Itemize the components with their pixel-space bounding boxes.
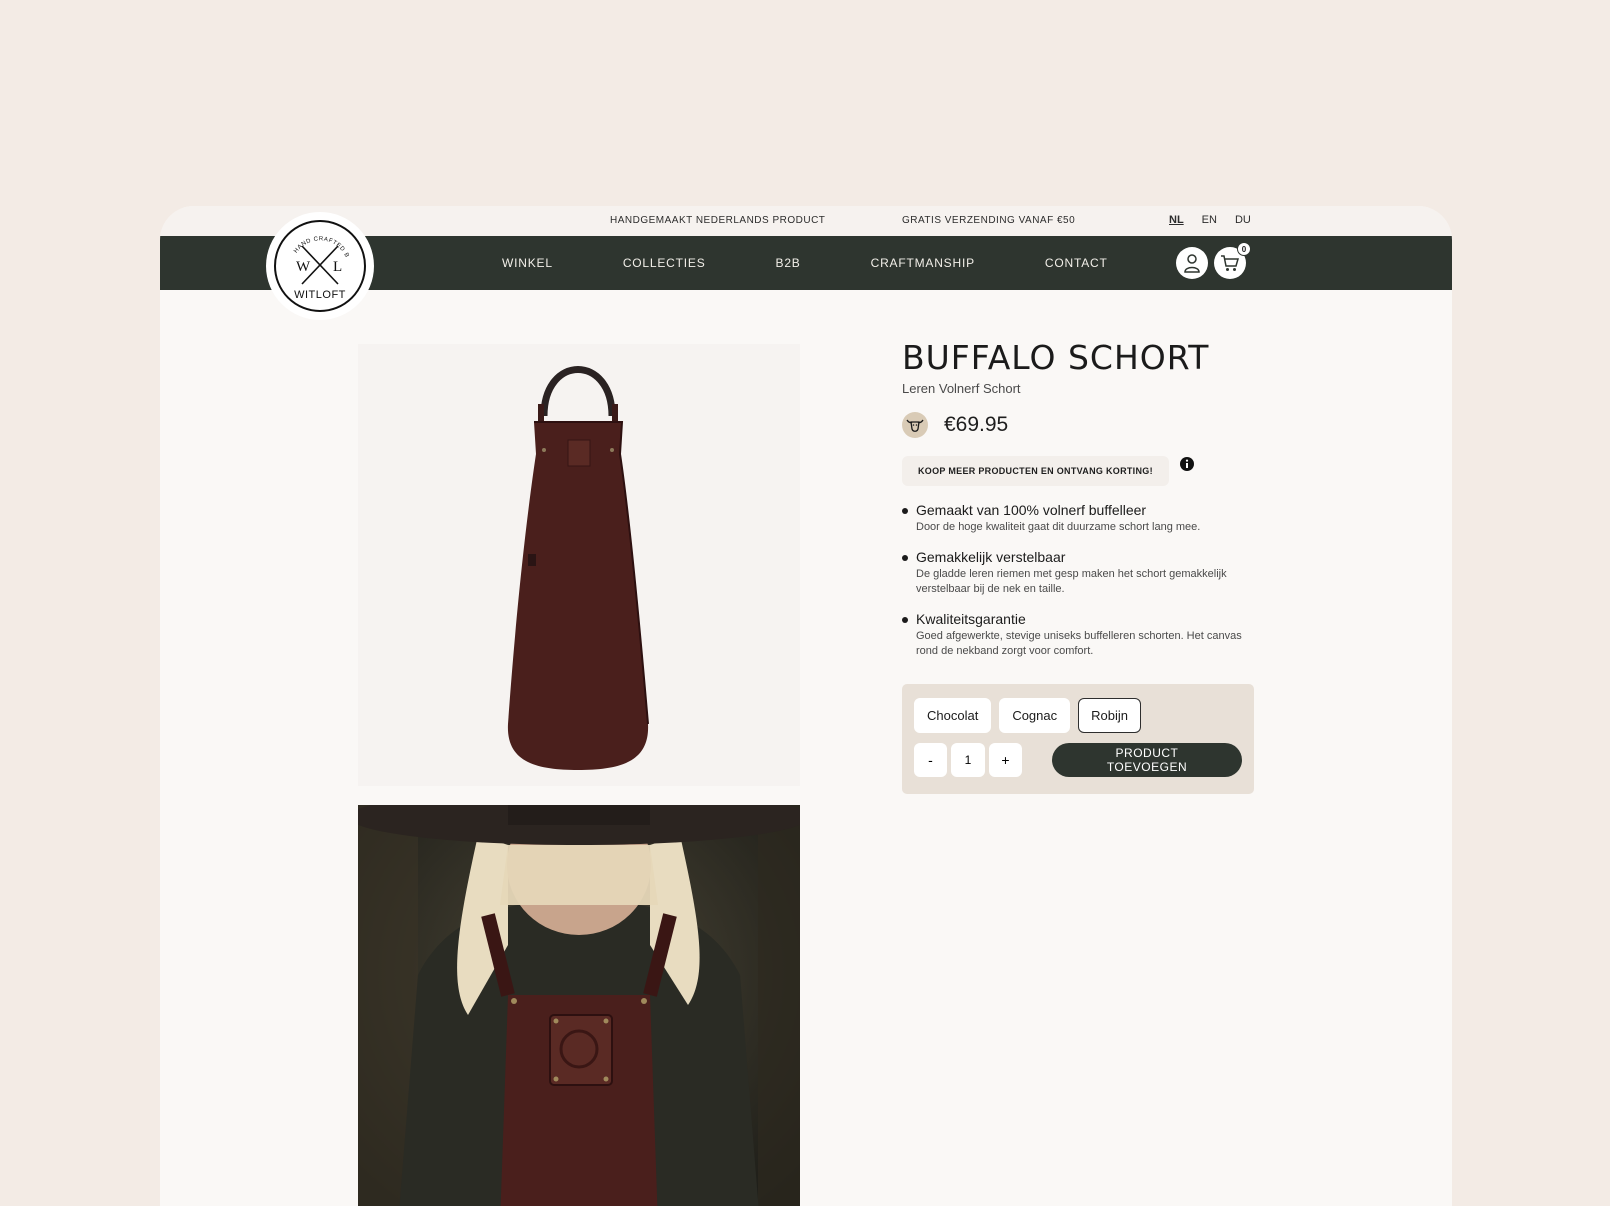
logo-letter-l: L bbox=[333, 259, 342, 275]
price-row: €69.95 bbox=[902, 412, 1262, 438]
nav-item-winkel[interactable]: WINKEL bbox=[502, 256, 553, 270]
feature-list: Gemaakt van 100% volnerf buffelleer Door… bbox=[902, 502, 1262, 659]
purchase-options: Chocolat Cognac Robijn - + PRODUCT TOEVO… bbox=[902, 684, 1254, 794]
apron-illustration bbox=[507, 366, 649, 770]
nav-item-b2b[interactable]: B2B bbox=[776, 256, 801, 270]
lang-nl[interactable]: NL bbox=[1169, 214, 1184, 226]
nav-item-collecties[interactable]: COLLECTIES bbox=[623, 256, 706, 270]
cart-icon bbox=[1221, 255, 1239, 271]
feature-item: Gemaakt van 100% volnerf buffelleer Door… bbox=[902, 502, 1262, 535]
logo-letter-w: W bbox=[296, 259, 311, 275]
cart-button[interactable]: 0 bbox=[1214, 242, 1251, 279]
cart-count-badge: 0 bbox=[1237, 242, 1251, 256]
color-options: Chocolat Cognac Robijn bbox=[914, 698, 1242, 733]
feature-description: Door de hoge kwaliteit gaat dit duurzame… bbox=[916, 521, 1201, 533]
feature-title: Kwaliteitsgarantie bbox=[916, 611, 1026, 627]
product-image-lifestyle[interactable] bbox=[358, 805, 800, 1206]
quantity-increase-button[interactable]: + bbox=[988, 743, 1022, 777]
add-to-cart-button[interactable]: PRODUCT TOEVOEGEN bbox=[1051, 743, 1242, 777]
buffalo-icon bbox=[902, 412, 928, 438]
nav-item-craftmanship[interactable]: CRAFTMANSHIP bbox=[871, 256, 975, 270]
feature-item: Gemakkelijk verstelbaar De gladde leren … bbox=[902, 549, 1262, 597]
product-title: BUFFALO SCHORT bbox=[902, 338, 1210, 377]
logo-brand-name: WITLOFT bbox=[294, 289, 346, 301]
add-to-cart-row: - + PRODUCT TOEVOEGEN bbox=[914, 743, 1242, 777]
nav-item-contact[interactable]: CONTACT bbox=[1045, 256, 1108, 270]
model-wearing-apron bbox=[358, 805, 800, 1206]
nav-actions: 0 bbox=[1176, 242, 1251, 279]
user-icon bbox=[1184, 254, 1200, 273]
feature-description: De gladde leren riemen met gesp maken he… bbox=[916, 568, 1227, 595]
product-price: €69.95 bbox=[944, 413, 1009, 436]
feature-title: Gemaakt van 100% volnerf buffelleer bbox=[916, 502, 1147, 518]
nav-links: WINKEL COLLECTIES B2B CRAFTMANSHIP CONTA… bbox=[502, 236, 1178, 290]
feature-item: Kwaliteitsgarantie Goed afgewerkte, stev… bbox=[902, 611, 1262, 659]
feature-title: Gemakkelijk verstelbaar bbox=[916, 549, 1066, 565]
brand-logo[interactable]: HAND CRAFTED BY W L WITLOFT bbox=[266, 212, 374, 320]
announcement-handmade: HANDGEMAAKT NEDERLANDS PRODUCT bbox=[610, 215, 826, 226]
discount-banner: KOOP MEER PRODUCTEN EN ONTVANG KORTING! bbox=[902, 456, 1169, 486]
page-frame: HANDGEMAAKT NEDERLANDS PRODUCT GRATIS VE… bbox=[160, 206, 1452, 1206]
account-button[interactable] bbox=[1176, 247, 1208, 279]
product-subtitle: Leren Volnerf Schort bbox=[902, 381, 1021, 396]
color-option-cognac[interactable]: Cognac bbox=[999, 698, 1071, 733]
info-icon[interactable] bbox=[1179, 456, 1195, 472]
product-image-main[interactable] bbox=[358, 344, 800, 786]
discount-row: KOOP MEER PRODUCTEN EN ONTVANG KORTING! bbox=[902, 456, 1262, 486]
quantity-input[interactable] bbox=[950, 743, 985, 777]
color-option-chocolat[interactable]: Chocolat bbox=[914, 698, 992, 733]
lang-en[interactable]: EN bbox=[1202, 214, 1217, 226]
color-option-robijn[interactable]: Robijn bbox=[1078, 698, 1141, 733]
product-info: BUFFALO SCHORT Leren Volnerf Schort €69.… bbox=[902, 338, 1262, 673]
lang-du[interactable]: DU bbox=[1235, 214, 1251, 226]
witloft-logo-mark: HAND CRAFTED BY W L WITLOFT bbox=[272, 218, 366, 312]
announcement-shipping: GRATIS VERZENDING VANAF €50 bbox=[902, 215, 1076, 226]
quantity-decrease-button[interactable]: - bbox=[914, 743, 947, 777]
language-switcher: NL EN DU bbox=[1169, 214, 1251, 226]
feature-description: Goed afgewerkte, stevige uniseks buffell… bbox=[916, 630, 1242, 657]
